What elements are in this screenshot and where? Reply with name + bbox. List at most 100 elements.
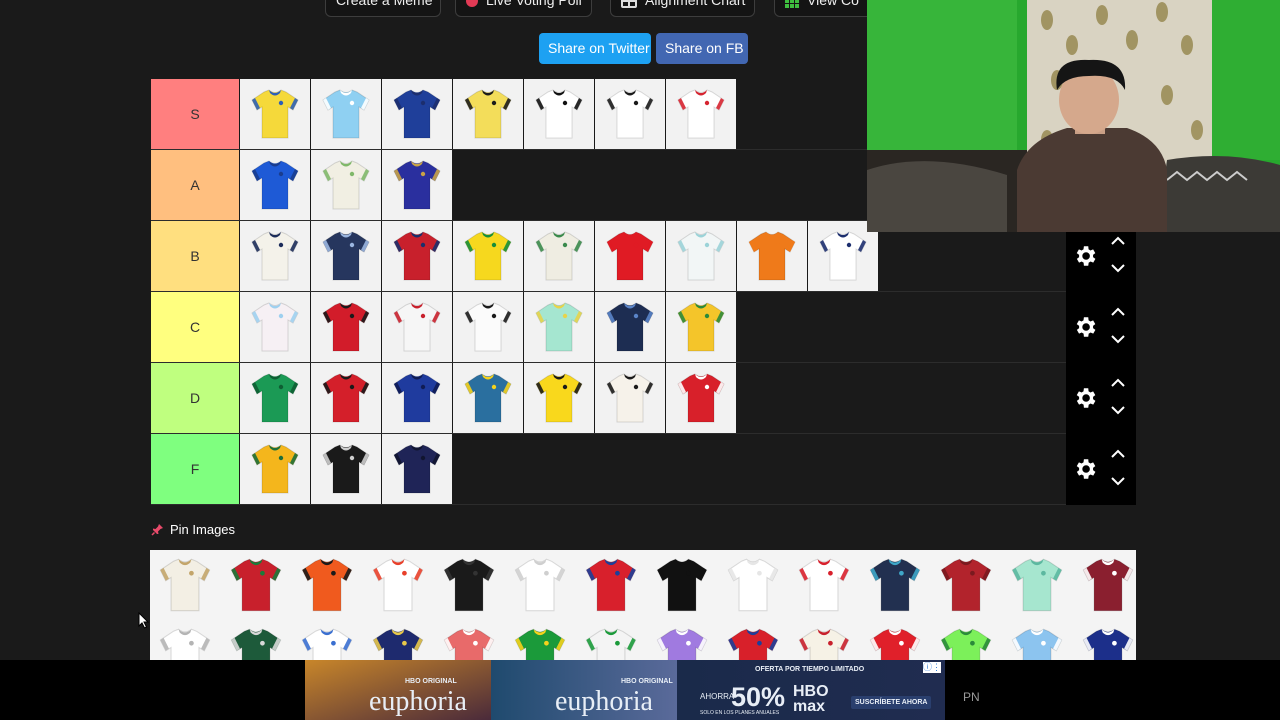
pinned-jersey-tile[interactable] — [363, 550, 433, 620]
ad-show-title-2: euphoria — [555, 686, 653, 717]
move-tier-down-chevron-icon[interactable] — [1110, 332, 1126, 344]
jersey-tile[interactable] — [666, 292, 736, 362]
jersey-tile[interactable] — [382, 363, 452, 433]
jersey-image — [393, 302, 441, 352]
jersey-tile[interactable] — [382, 292, 452, 362]
jersey-tile[interactable] — [524, 363, 594, 433]
move-tier-up-chevron-icon[interactable] — [1110, 234, 1126, 246]
ad-info-icon[interactable]: ⓘ⋮ — [923, 662, 941, 673]
jersey-tile[interactable] — [666, 221, 736, 291]
tier-row-c: C — [151, 292, 1136, 363]
jersey-tile[interactable] — [453, 363, 523, 433]
jersey-tile[interactable] — [524, 292, 594, 362]
webcam-overlay — [867, 0, 1280, 232]
pinned-jersey-tile[interactable] — [1002, 550, 1072, 620]
jersey-image — [606, 373, 654, 423]
jersey-image — [606, 231, 654, 281]
tier-settings-gear-icon[interactable] — [1072, 456, 1098, 482]
jersey-image — [301, 558, 353, 612]
create-meme-button[interactable]: Create a Meme — [325, 0, 441, 17]
move-tier-up-chevron-icon[interactable] — [1110, 376, 1126, 388]
jersey-tile[interactable] — [666, 79, 736, 149]
tier-settings-gear-icon[interactable] — [1072, 314, 1098, 340]
jersey-image — [251, 302, 299, 352]
tier-label[interactable]: D — [151, 363, 239, 433]
move-tier-down-chevron-icon[interactable] — [1110, 474, 1126, 486]
live-voting-button[interactable]: Live Voting Poll — [455, 0, 592, 17]
jersey-image — [322, 373, 370, 423]
jersey-tile[interactable] — [453, 79, 523, 149]
create-meme-label: Create a Meme — [336, 0, 433, 8]
ad-prefix: AHORRA — [700, 692, 735, 701]
jersey-tile[interactable] — [595, 363, 665, 433]
jersey-tile[interactable] — [382, 150, 452, 220]
jersey-image — [443, 558, 495, 612]
jersey-image — [819, 231, 867, 281]
jersey-tile[interactable] — [453, 292, 523, 362]
jersey-tile[interactable] — [311, 363, 381, 433]
jersey-tile[interactable] — [666, 363, 736, 433]
jersey-image — [322, 89, 370, 139]
jersey-tile[interactable] — [240, 363, 310, 433]
alignment-chart-label: Alignment Chart — [645, 0, 746, 8]
jersey-tile[interactable] — [240, 434, 310, 504]
jersey-tile[interactable] — [595, 79, 665, 149]
jersey-tile[interactable] — [382, 221, 452, 291]
mouse-cursor-icon — [138, 612, 150, 629]
jersey-tile[interactable] — [595, 292, 665, 362]
move-tier-down-chevron-icon[interactable] — [1110, 261, 1126, 273]
jersey-tile[interactable] — [524, 221, 594, 291]
jersey-tile[interactable] — [737, 221, 807, 291]
pinned-jersey-tile[interactable] — [860, 550, 930, 620]
pinned-jersey-tile[interactable] — [1073, 550, 1136, 620]
pin-icon — [151, 524, 163, 536]
jersey-tile[interactable] — [311, 79, 381, 149]
record-dot-icon — [466, 0, 478, 8]
jersey-tile[interactable] — [240, 79, 310, 149]
move-tier-up-chevron-icon[interactable] — [1110, 447, 1126, 459]
tier-label[interactable]: B — [151, 221, 239, 291]
view-community-label: View Co — [807, 0, 859, 8]
jersey-tile[interactable] — [311, 150, 381, 220]
pinned-jersey-tile[interactable] — [505, 550, 575, 620]
jersey-tile[interactable] — [453, 221, 523, 291]
alignment-chart-button[interactable]: Alignment Chart — [610, 0, 755, 17]
pinned-jersey-tile[interactable] — [150, 550, 220, 620]
jersey-image — [393, 89, 441, 139]
pinned-jersey-tile[interactable] — [718, 550, 788, 620]
tier-settings-gear-icon[interactable] — [1072, 385, 1098, 411]
jersey-image — [322, 444, 370, 494]
jersey-image — [372, 558, 424, 612]
pinned-jersey-tile[interactable] — [292, 550, 362, 620]
jersey-tile[interactable] — [311, 292, 381, 362]
jersey-tile[interactable] — [311, 221, 381, 291]
jersey-tile[interactable] — [382, 79, 452, 149]
pinned-jersey-tile[interactable] — [221, 550, 291, 620]
pinned-jersey-tile[interactable] — [647, 550, 717, 620]
pinned-jersey-tile[interactable] — [789, 550, 859, 620]
tier-label[interactable]: C — [151, 292, 239, 362]
jersey-tile[interactable] — [524, 79, 594, 149]
tier-settings-gear-icon[interactable] — [1072, 243, 1098, 269]
advertisement-banner[interactable]: HBO ORIGINAL euphoria HBO ORIGINAL eupho… — [305, 660, 945, 720]
jersey-tile[interactable] — [595, 221, 665, 291]
tier-label[interactable]: F — [151, 434, 239, 504]
tier-label[interactable]: A — [151, 150, 239, 220]
ad-cta-button[interactable]: SUSCRÍBETE AHORA — [851, 696, 932, 709]
tier-label[interactable]: S — [151, 79, 239, 149]
pinned-jersey-tile[interactable] — [931, 550, 1001, 620]
move-tier-down-chevron-icon[interactable] — [1110, 403, 1126, 415]
move-tier-up-chevron-icon[interactable] — [1110, 305, 1126, 317]
share-facebook-button[interactable]: Share on FB — [656, 33, 748, 64]
jersey-tile[interactable] — [240, 150, 310, 220]
share-twitter-button[interactable]: Share on Twitter — [539, 33, 651, 64]
jersey-image — [393, 373, 441, 423]
ad-corner-text: PN — [963, 690, 980, 704]
pinned-jersey-tile[interactable] — [434, 550, 504, 620]
jersey-tile[interactable] — [382, 434, 452, 504]
jersey-image — [322, 231, 370, 281]
jersey-tile[interactable] — [311, 434, 381, 504]
jersey-tile[interactable] — [240, 292, 310, 362]
jersey-tile[interactable] — [240, 221, 310, 291]
pinned-jersey-tile[interactable] — [576, 550, 646, 620]
